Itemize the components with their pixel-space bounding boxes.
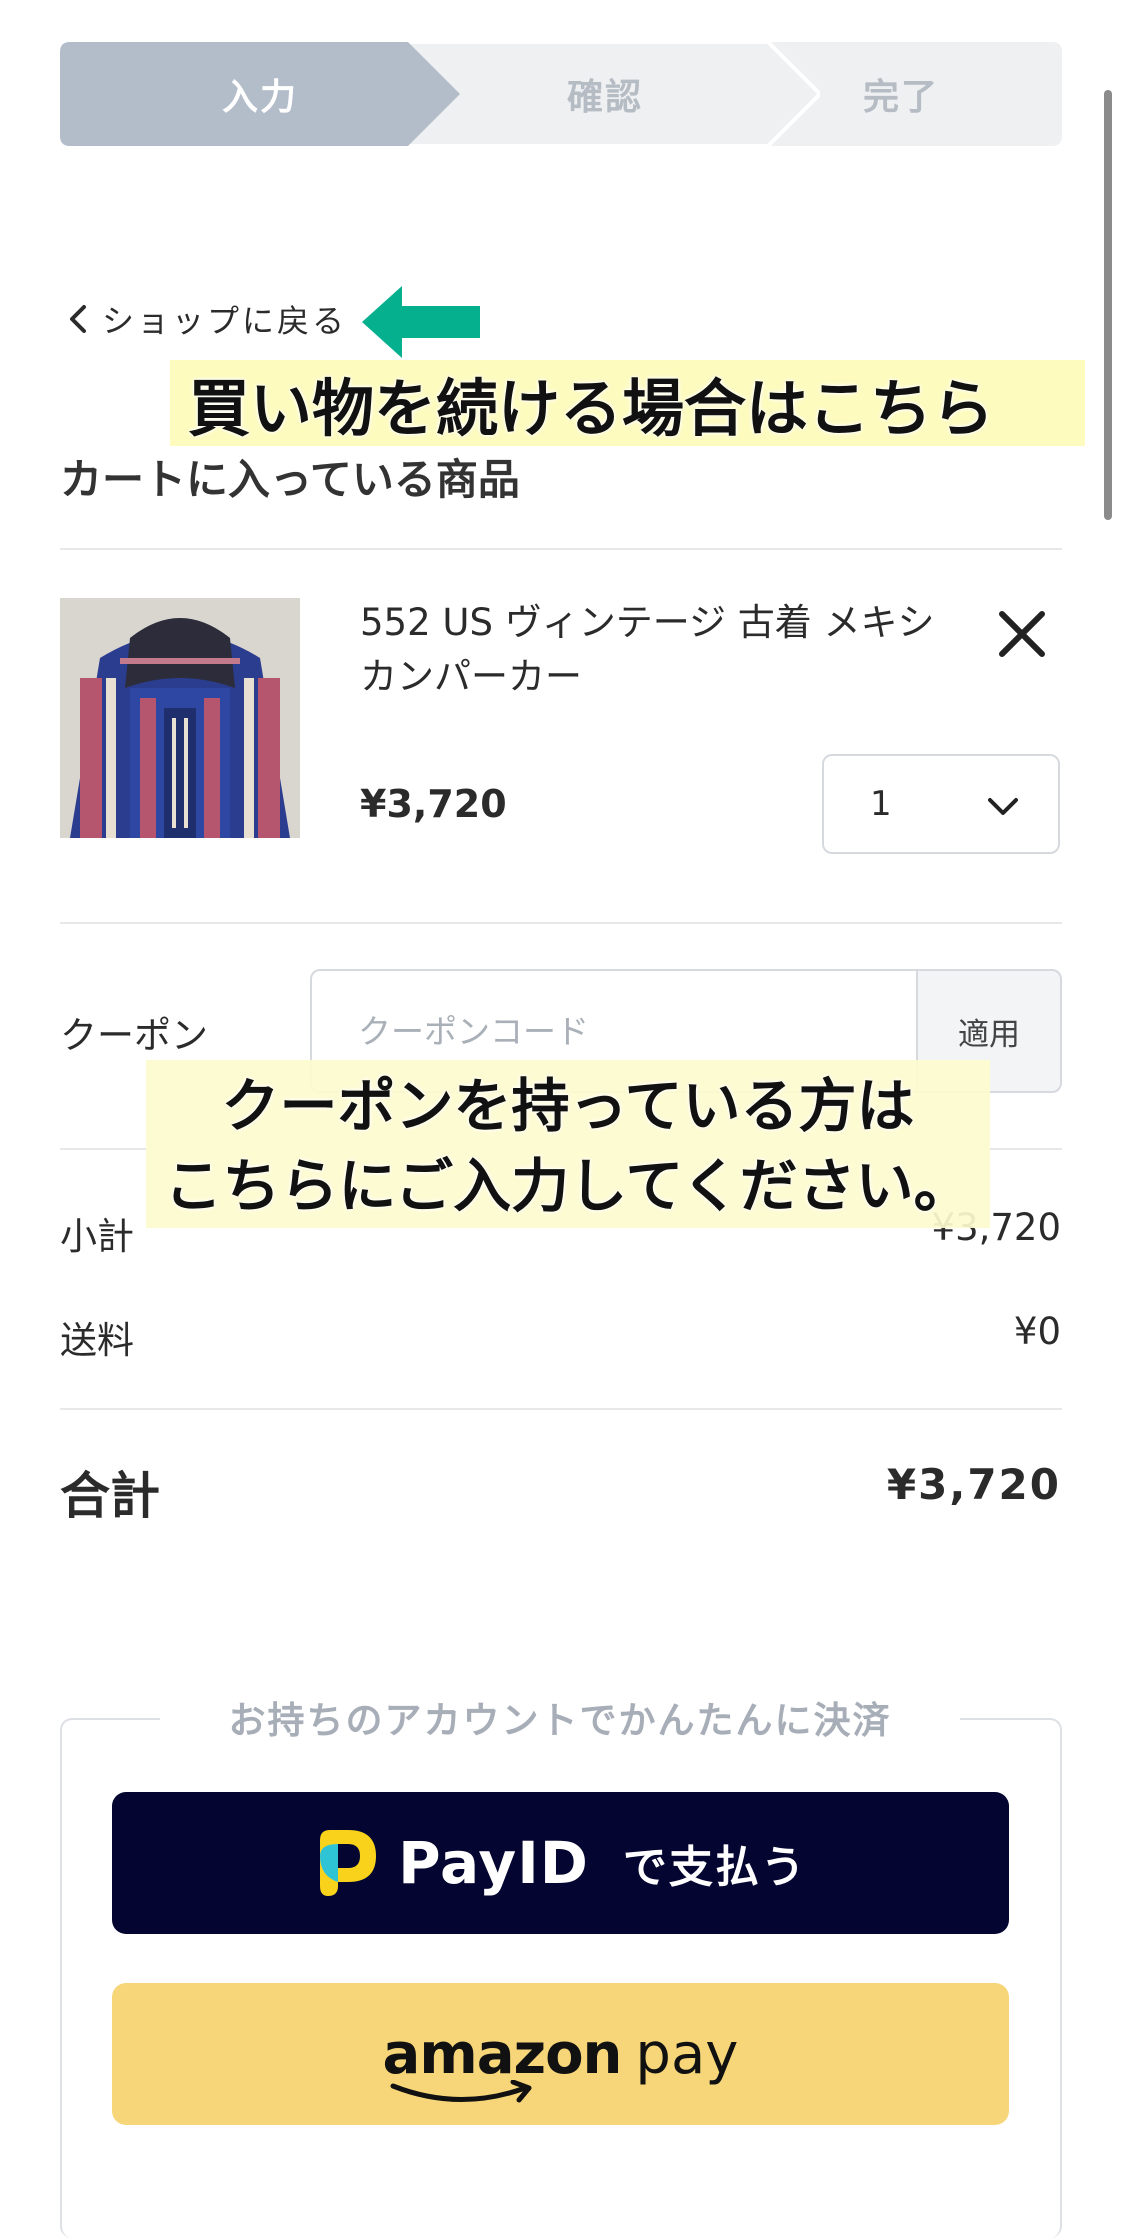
close-icon[interactable]: [996, 608, 1048, 660]
shipping-value: ¥0: [1013, 1310, 1061, 1353]
cart-section-title: カートに入っている商品: [60, 455, 520, 504]
payid-logo-icon: [320, 1830, 377, 1896]
annotation-arrow-icon: [362, 286, 480, 358]
divider: [60, 548, 1062, 550]
amazon-pay-word: pay: [635, 2021, 739, 2087]
shipping-label: 送料: [60, 1319, 134, 1362]
amazon-pay-button[interactable]: amazon pay: [112, 1983, 1009, 2125]
divider: [60, 922, 1062, 924]
payid-button[interactable]: PayID で支払う: [112, 1792, 1009, 1934]
annotation-coupon-line2: こちらにご入力してください。: [164, 1152, 972, 1220]
back-to-shop-link[interactable]: ショップに戻る: [64, 296, 347, 342]
subtotal-label: 小計: [60, 1215, 134, 1258]
payid-brand: PayID: [398, 1829, 589, 1897]
chevron-left-icon: [70, 305, 86, 333]
quantity-value: 1: [870, 784, 892, 824]
divider: [60, 1408, 1062, 1410]
annotation-coupon: クーポンを持っている方は こちらにご入力してください。: [146, 1060, 990, 1228]
step-complete-label: 完了: [862, 77, 939, 118]
step-input: 入力: [60, 42, 460, 146]
hoodie-image: [60, 598, 300, 838]
amazon-smile-icon: [390, 2079, 532, 2102]
express-payment-caption: お持ちのアカウントでかんたんに決済: [160, 1690, 960, 1744]
quantity-select[interactable]: 1: [822, 754, 1060, 854]
scrollbar[interactable]: [1104, 90, 1112, 520]
back-to-shop-label: ショップに戻る: [102, 302, 348, 340]
product-price: ¥3,720: [360, 782, 507, 826]
total-label: 合計: [60, 1467, 160, 1525]
payid-suffix: で支払う: [622, 1842, 807, 1893]
amazon-brand: amazon: [382, 2021, 623, 2087]
checkout-steps: 完了 確認 入力: [60, 42, 1062, 146]
step-input-label: 入力: [221, 77, 298, 118]
total-value: ¥3,720: [886, 1460, 1061, 1509]
annotation-coupon-line1: クーポンを持っている方は: [221, 1072, 915, 1140]
step-confirm-label: 確認: [566, 77, 643, 118]
product-name[interactable]: 552 US ヴィンテージ 古着 メキシカンパーカー: [360, 596, 940, 704]
chevron-down-icon: [988, 798, 1018, 815]
annotation-continue-shopping: 買い物を続ける場合はこちら: [170, 360, 1085, 446]
amazon-pay-logo: amazon pay: [382, 2021, 739, 2102]
coupon-label: クーポン: [60, 1014, 208, 1057]
product-thumbnail[interactable]: [60, 598, 300, 838]
